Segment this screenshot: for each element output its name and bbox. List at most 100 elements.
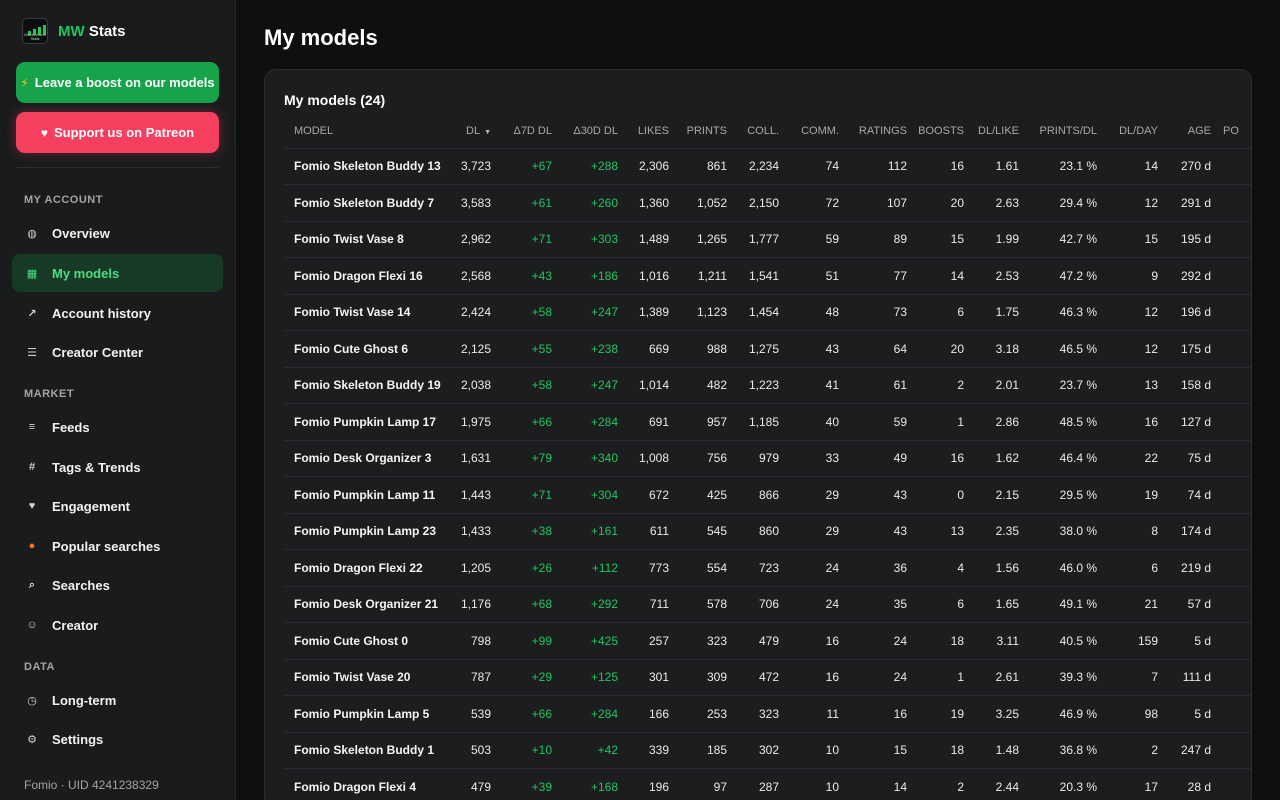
table-cell: 6 <box>1097 549 1158 587</box>
table-cell: 270 d <box>1158 148 1211 185</box>
table-row[interactable]: Fomio Dragon Flexi 4 479 +39 +168 196 97 287 10… <box>284 768 1251 800</box>
table-body: Fomio Skeleton Buddy 13 3,723 +67 +288 2,306… <box>284 148 1251 800</box>
table-row[interactable]: Fomio Pumpkin Lamp 17 1,975 +66 +284 691 957 1… <box>284 403 1251 441</box>
sidebar-item-settings[interactable]: ⚙ Settings <box>12 720 223 758</box>
model-name-cell[interactable]: Fomio Pumpkin Lamp 11 <box>284 476 456 514</box>
table-row[interactable]: Fomio Twist Vase 14 2,424 +58 +247 1,389 1,12… <box>284 294 1251 331</box>
sidebar-item-searches[interactable]: ⌕ Searches <box>12 566 223 604</box>
column-header-11[interactable]: PRINTS/DL <box>1019 114 1097 149</box>
search-icon: ⌕ <box>28 578 36 591</box>
table-cell: 13 <box>1097 367 1158 404</box>
table-row[interactable]: Fomio Dragon Flexi 16 2,568 +43 +186 1,016 1,… <box>284 257 1251 295</box>
table-cell: 43 <box>839 513 907 550</box>
model-name-cell[interactable]: Fomio Twist Vase 8 <box>284 221 456 258</box>
column-header-6[interactable]: COLL. <box>727 114 779 149</box>
sidebar-item-long-term[interactable]: ◷ Long-term <box>12 681 223 719</box>
sidebar-item-overview[interactable]: ◍ Overview <box>12 214 223 252</box>
model-name-cell[interactable]: Fomio Twist Vase 14 <box>284 294 456 331</box>
table-cell: 112 <box>839 148 907 185</box>
logo-text: MakerWorld Stats <box>24 32 46 41</box>
patreon-button[interactable]: ♥ Support us on Patreon <box>16 112 219 153</box>
model-name-cell[interactable]: Fomio Dragon Flexi 16 <box>284 257 456 295</box>
table-cell: 2.35 <box>964 513 1019 550</box>
column-header-7[interactable]: COMM. <box>779 114 839 149</box>
table-cell: 861 <box>669 148 727 185</box>
model-name-cell[interactable]: Fomio Desk Organizer 21 <box>284 586 456 623</box>
table-cell: 195 d <box>1158 221 1211 258</box>
table-cell: 2.53 <box>964 257 1019 295</box>
table-cell: 1,275 <box>727 330 779 368</box>
column-header-1[interactable]: DL ▼ <box>456 114 491 149</box>
column-header-5[interactable]: PRINTS <box>669 114 727 149</box>
model-name-cell[interactable]: Fomio Dragon Flexi 22 <box>284 549 456 587</box>
boost-button[interactable]: ⚡ Leave a boost on our models <box>16 62 219 103</box>
table-cell: 539 <box>456 695 491 733</box>
table-row[interactable]: Fomio Skeleton Buddy 13 3,723 +67 +288 2,306… <box>284 148 1251 185</box>
model-name-cell[interactable]: Fomio Dragon Flexi 4 <box>284 768 456 800</box>
table-cell: 1,489 <box>618 221 669 258</box>
table-row[interactable]: Fomio Pumpkin Lamp 23 1,433 +38 +161 611 545 8… <box>284 513 1251 550</box>
table-row[interactable]: Fomio Skeleton Buddy 19 2,038 +58 +247 1,014… <box>284 367 1251 404</box>
table-cell: 6 <box>907 586 964 623</box>
table-row[interactable]: Fomio Skeleton Buddy 7 3,583 +61 +260 1,360 1… <box>284 184 1251 222</box>
table-cell: +425 <box>552 622 618 660</box>
column-header-14[interactable]: PO <box>1211 114 1251 149</box>
column-header-4[interactable]: LIKES <box>618 114 669 149</box>
sidebar-item-popular-searches[interactable]: ● Popular searches <box>12 527 223 565</box>
table-cell: 46.4 % <box>1019 440 1097 477</box>
table-cell: 43 <box>839 476 907 514</box>
column-header-8[interactable]: RATINGS <box>839 114 907 149</box>
sidebar-item-tags-trends[interactable]: # Tags & Trends <box>12 448 223 486</box>
model-name-cell[interactable]: Fomio Skeleton Buddy 7 <box>284 184 456 222</box>
table-cell: 2,038 <box>456 367 491 404</box>
table-row[interactable]: Fomio Desk Organizer 21 1,176 +68 +292 711 57… <box>284 586 1251 623</box>
model-name-cell[interactable]: Fomio Skeleton Buddy 1 <box>284 732 456 769</box>
sidebar-item-account-history[interactable]: ↗ Account history <box>12 294 223 332</box>
table-row[interactable]: Fomio Pumpkin Lamp 11 1,443 +71 +304 672 425 8… <box>284 476 1251 514</box>
sidebar-item-creator-center[interactable]: ☰ Creator Center <box>12 333 223 371</box>
table-cell: 219 d <box>1158 549 1211 587</box>
model-name-cell[interactable]: Fomio Skeleton Buddy 19 <box>284 367 456 404</box>
model-name-cell[interactable]: Fomio Twist Vase 20 <box>284 659 456 696</box>
sidebar-item-engagement[interactable]: ♥ Engagement <box>12 487 223 525</box>
column-header-13[interactable]: AGE <box>1158 114 1211 149</box>
gear-icon: ⚙ <box>27 733 37 746</box>
model-name-cell[interactable]: Fomio Cute Ghost 0 <box>284 622 456 660</box>
sidebar-item-feeds[interactable]: ≡ Feeds <box>12 408 223 446</box>
table-cell: 47.2 % <box>1019 257 1097 295</box>
table-row[interactable]: Fomio Cute Ghost 6 2,125 +55 +238 669 988 1,27… <box>284 330 1251 368</box>
table-row[interactable]: Fomio Cute Ghost 0 798 +99 +425 257 323 479 16 2… <box>284 622 1251 660</box>
column-header-12[interactable]: DL/DAY <box>1097 114 1158 149</box>
flame-icon: ● <box>28 540 36 552</box>
column-header-0[interactable]: MODEL <box>284 114 456 149</box>
model-name-cell[interactable]: Fomio Pumpkin Lamp 23 <box>284 513 456 550</box>
model-name-cell[interactable]: Fomio Skeleton Buddy 13 <box>284 148 456 185</box>
table-cell: 339 <box>618 732 669 769</box>
table-row[interactable]: Fomio Twist Vase 20 787 +29 +125 301 309 472 16… <box>284 659 1251 696</box>
boost-button-label: Leave a boost on our models <box>34 75 215 90</box>
table-cell: 860 <box>727 513 779 550</box>
column-header-10[interactable]: DL/LIKE <box>964 114 1019 149</box>
table-cell: 46.3 % <box>1019 294 1097 331</box>
column-header-2[interactable]: Δ7D DL <box>491 114 552 149</box>
brand-name: MW Stats <box>58 22 126 40</box>
table-cell: 33 <box>779 440 839 477</box>
model-name-cell[interactable]: Fomio Pumpkin Lamp 17 <box>284 403 456 441</box>
model-name-cell[interactable]: Fomio Cute Ghost 6 <box>284 330 456 368</box>
table-row[interactable]: Fomio Pumpkin Lamp 5 539 +66 +284 166 253 323 1… <box>284 695 1251 733</box>
sidebar-item-my-models[interactable]: ▦ My models <box>12 254 223 292</box>
column-header-3[interactable]: Δ30D DL <box>552 114 618 149</box>
model-name-cell[interactable]: Fomio Desk Organizer 3 <box>284 440 456 477</box>
table-cell: 1.62 <box>964 440 1019 477</box>
table-row[interactable]: Fomio Desk Organizer 3 1,631 +79 +340 1,008 7… <box>284 440 1251 477</box>
sidebar-item-creator[interactable]: ☺ Creator <box>12 606 223 644</box>
table-row[interactable]: Fomio Skeleton Buddy 1 503 +10 +42 339 185 302… <box>284 732 1251 769</box>
model-name-cell[interactable]: Fomio Pumpkin Lamp 5 <box>284 695 456 733</box>
table-cell: 174 d <box>1158 513 1211 550</box>
table-row[interactable]: Fomio Dragon Flexi 22 1,205 +26 +112 773 554 7… <box>284 549 1251 587</box>
table-cell: 1,777 <box>727 221 779 258</box>
column-header-9[interactable]: BOOSTS <box>907 114 964 149</box>
table-row[interactable]: Fomio Twist Vase 8 2,962 +71 +303 1,489 1,265… <box>284 221 1251 258</box>
table-cell: 798 <box>456 622 491 660</box>
brand[interactable]: MakerWorld Stats MW Stats <box>0 0 235 62</box>
